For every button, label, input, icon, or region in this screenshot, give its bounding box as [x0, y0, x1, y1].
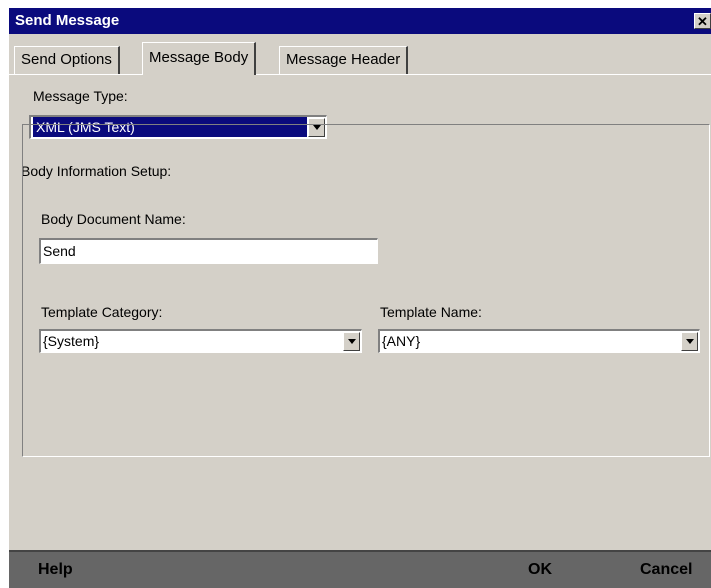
- ok-button[interactable]: OK: [528, 552, 552, 588]
- body-setup-group: [22, 124, 710, 457]
- help-button[interactable]: Help: [38, 552, 73, 588]
- send-message-dialog: Send Message ✕ Send Options Message Body…: [9, 8, 711, 588]
- close-icon[interactable]: ✕: [694, 13, 711, 29]
- chevron-down-icon[interactable]: [343, 332, 360, 351]
- tab-message-body[interactable]: Message Body: [142, 42, 257, 75]
- body-document-name-label: Body Document Name:: [41, 211, 186, 227]
- template-name-value: {ANY}: [382, 333, 421, 349]
- template-name-select[interactable]: {ANY}: [378, 329, 700, 353]
- template-name-label: Template Name:: [380, 304, 482, 320]
- template-category-select[interactable]: {System}: [39, 329, 362, 353]
- tab-message-header[interactable]: Message Header: [279, 46, 409, 74]
- chevron-down-icon[interactable]: [681, 332, 698, 351]
- button-bar: Help OK Cancel: [9, 550, 711, 588]
- title-bar: Send Message ✕: [9, 8, 711, 34]
- message-type-label: Message Type:: [33, 88, 128, 104]
- body-document-name-input[interactable]: Send: [39, 238, 378, 264]
- cancel-button[interactable]: Cancel: [640, 552, 692, 588]
- tab-send-options[interactable]: Send Options: [14, 46, 120, 74]
- window-title: Send Message: [15, 12, 120, 29]
- template-category-label: Template Category:: [41, 304, 163, 320]
- template-category-value: {System}: [43, 333, 100, 349]
